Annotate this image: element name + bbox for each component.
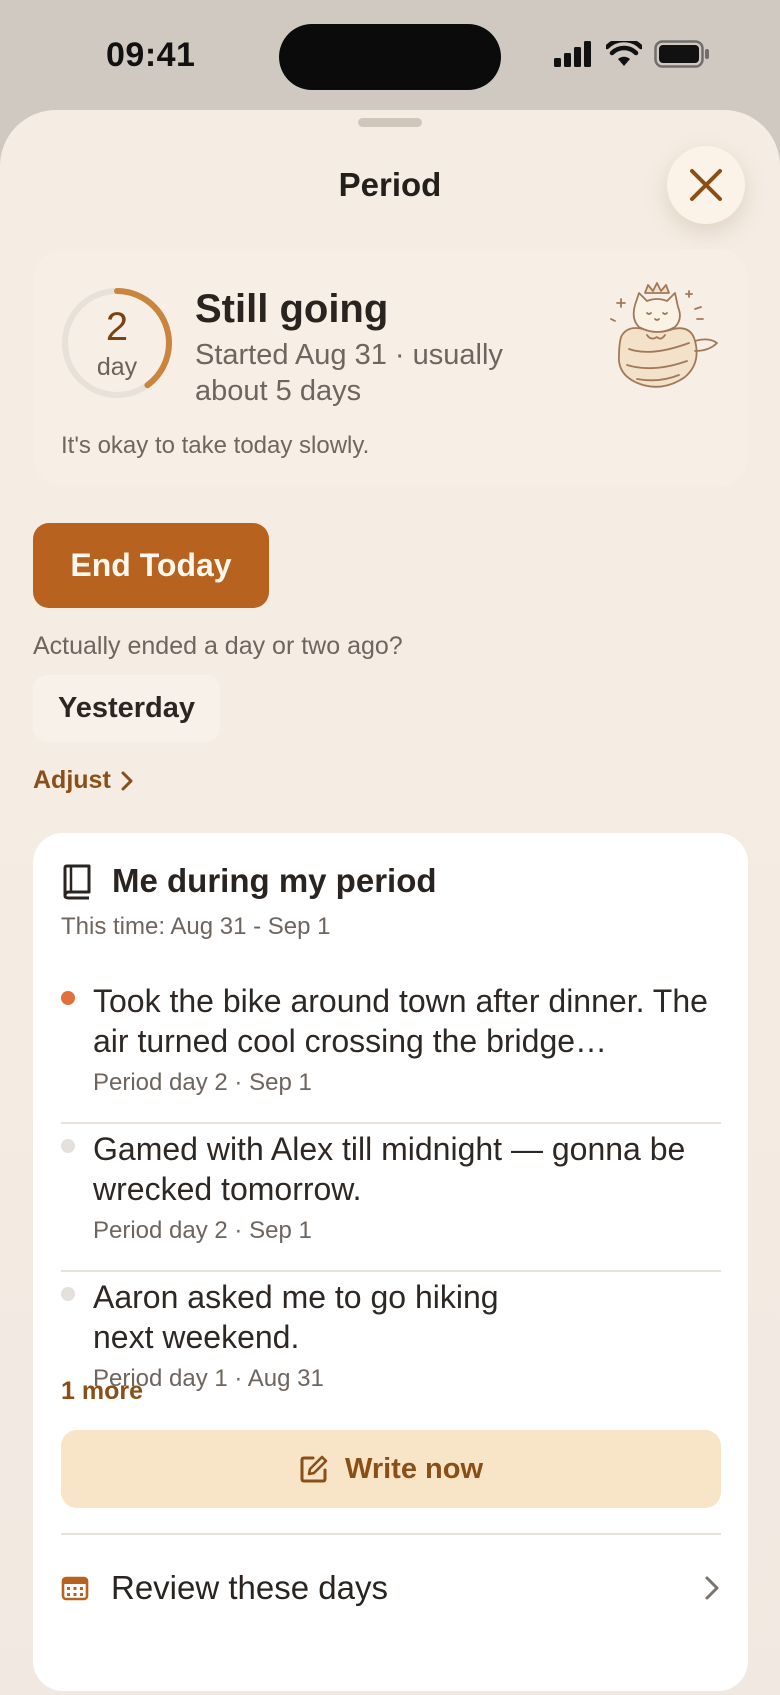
entry-text: Aaron asked me to go hiking next weekend… xyxy=(93,1279,499,1355)
more-entries-link[interactable]: 1 more xyxy=(61,1377,143,1406)
dynamic-island xyxy=(279,24,501,90)
status-bar: 09:41 xyxy=(0,0,780,110)
yesterday-button[interactable]: Yesterday xyxy=(33,675,220,742)
signal-icon xyxy=(554,41,591,67)
end-today-button[interactable]: End Today xyxy=(33,523,269,608)
journal-entry[interactable]: Gamed with Alex till midnight — gonna be… xyxy=(61,1129,721,1249)
entry-text: Gamed with Alex till midnight — gonna be… xyxy=(93,1131,686,1207)
compose-icon xyxy=(300,1455,328,1483)
battery-icon xyxy=(654,40,709,68)
period-status-card: 2 day Still going Started Aug 31 · usual… xyxy=(33,249,748,487)
adjust-link[interactable]: Adjust xyxy=(33,766,133,795)
entry-divider xyxy=(61,1270,721,1272)
chevron-right-icon xyxy=(121,771,133,790)
day-number: 2 xyxy=(105,305,129,349)
adjust-label: Adjust xyxy=(33,766,111,794)
calendar-icon xyxy=(61,1576,89,1601)
entry-dot xyxy=(61,1287,75,1301)
entry-dot xyxy=(61,1139,75,1153)
entry-text: Took the bike around town after dinner. … xyxy=(93,983,708,1059)
entry-meta: Period day 2 · Sep 1 xyxy=(93,1217,312,1244)
entry-meta: Period day 2 · Sep 1 xyxy=(93,1069,312,1096)
journal-entry[interactable]: Aaron asked me to go hiking next weekend… xyxy=(61,1277,721,1397)
journal-title: Me during my period xyxy=(112,862,437,899)
cat-illustration-icon xyxy=(610,282,718,388)
status-subtitle: Started Aug 31 · usually about 5 days xyxy=(195,339,503,407)
chevron-right-icon xyxy=(705,1576,719,1600)
write-now-label: Write now xyxy=(344,1452,484,1485)
close-button[interactable] xyxy=(667,146,745,224)
entry-divider xyxy=(61,1122,721,1124)
journal-entry[interactable]: Took the bike around town after dinner. … xyxy=(61,981,721,1101)
review-divider xyxy=(61,1533,721,1535)
ended-question-text: Actually ended a day or two ago? xyxy=(33,632,403,660)
day-unit: day xyxy=(96,353,138,381)
close-icon xyxy=(690,169,722,201)
write-now-button[interactable]: Write now xyxy=(61,1430,721,1508)
review-days-label: Review these days xyxy=(111,1569,388,1606)
review-days-row[interactable]: Review these days xyxy=(61,1563,721,1613)
sheet-grabber[interactable] xyxy=(358,118,422,127)
sheet-title: Period xyxy=(338,166,442,203)
period-sheet: Period 2 day Still going Started Aug 31 … xyxy=(0,110,780,1695)
journal-card: Me during my period This time: Aug 31 - … xyxy=(33,833,748,1691)
status-time: 09:41 xyxy=(106,36,196,74)
entry-active-dot xyxy=(61,991,75,1005)
status-note: It's okay to take today slowly. xyxy=(61,432,370,459)
wifi-icon xyxy=(606,41,642,66)
status-icons xyxy=(554,40,710,68)
status-heading: Still going xyxy=(195,287,389,331)
journal-range: This time: Aug 31 - Sep 1 xyxy=(61,913,331,940)
book-icon xyxy=(63,864,91,900)
